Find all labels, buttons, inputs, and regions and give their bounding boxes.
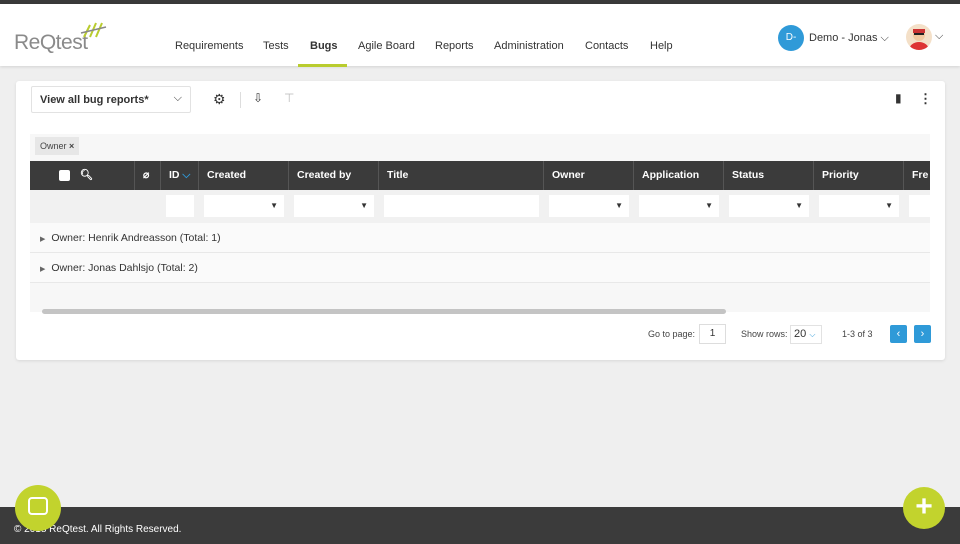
expand-arrow-icon[interactable]: ▶ [40, 236, 45, 243]
chat-icon [28, 497, 48, 515]
account-name: Demo - Jonas [809, 32, 878, 44]
nav-tests[interactable]: Tests [263, 40, 289, 52]
filter-priority[interactable]: ▼ [819, 195, 899, 217]
group-row[interactable]: ▶ Owner: Jonas Dahlsjo (Total: 2) [30, 253, 930, 283]
logo-icon [80, 22, 107, 38]
table-header: 🔍︎ ⌀ ID ⌵ Created Created by Title Owner… [30, 161, 930, 190]
nav-reports[interactable]: Reports [435, 40, 474, 52]
group-row[interactable]: ▶ Owner: Henrik Andreasson (Total: 1) [30, 223, 930, 253]
view-select[interactable]: View all bug reports* ⌵ [31, 86, 191, 113]
rows-select[interactable]: 20 ⌵ [790, 325, 822, 344]
filter-row: ▼ ▼ ▼ ▼ ▼ ▼ [30, 190, 930, 223]
column-id[interactable]: ID ⌵ [161, 161, 199, 190]
column-application[interactable]: Application [634, 161, 724, 190]
column-status[interactable]: Status [724, 161, 814, 190]
column-title[interactable]: Title [379, 161, 544, 190]
avatar[interactable] [906, 24, 932, 50]
bug-table: Owner × 🔍︎ ⌀ ID ⌵ Created Created by Tit… [30, 134, 930, 312]
filter-frequency[interactable] [909, 195, 930, 217]
group-chip-owner[interactable]: Owner × [35, 137, 80, 155]
account-badge[interactable]: D- [778, 25, 804, 51]
chevron-down-icon: ⌵ [880, 32, 889, 44]
group-label: Owner: Jonas Dahlsjo (Total: 2) [51, 262, 198, 274]
chat-button[interactable] [15, 485, 61, 531]
gear-icon[interactable]: ⚙ [213, 91, 226, 108]
go-to-page-label: Go to page: [648, 329, 696, 339]
more-options-icon[interactable]: ⋮ [919, 91, 932, 107]
add-button[interactable]: + [903, 487, 945, 529]
sort-desc-icon: ⌵ [182, 169, 191, 181]
logo[interactable]: ReQtest [14, 22, 107, 55]
column-created-by[interactable]: Created by [289, 161, 379, 190]
nav-agile-board[interactable]: Agile Board [358, 40, 415, 52]
horizontal-scrollbar[interactable] [42, 309, 726, 314]
column-created[interactable]: Created [199, 161, 289, 190]
rows-value: 20 [794, 328, 807, 340]
account-menu[interactable]: Demo - Jonas ⌵ [809, 32, 889, 45]
plus-icon: + [915, 490, 933, 523]
expand-arrow-icon[interactable]: ▶ [40, 266, 45, 273]
nav-bugs[interactable]: Bugs [310, 40, 338, 52]
filter-created-by[interactable]: ▼ [294, 195, 374, 217]
view-select-value: View all bug reports* [40, 94, 149, 106]
filter-title[interactable] [384, 195, 539, 217]
download-icon[interactable]: ⇩ [253, 91, 263, 105]
nav-contacts[interactable]: Contacts [585, 40, 628, 52]
filter-created[interactable]: ▼ [204, 195, 284, 217]
page-input[interactable]: 1 [699, 324, 726, 344]
nav-requirements[interactable]: Requirements [175, 40, 243, 52]
column-frequency[interactable]: Fre [904, 161, 930, 190]
attachment-icon: ⌀ [135, 161, 161, 190]
divider [240, 92, 241, 108]
filter-application[interactable]: ▼ [639, 195, 719, 217]
bug-list-card: View all bug reports* ⌵ ⚙ ⇩ ⊤ ▮ ⋮ Owner ×… [16, 81, 945, 360]
nav-administration[interactable]: Administration [494, 40, 564, 52]
chevron-down-icon: ⌵ [173, 92, 182, 104]
header: ReQtest Requirements Tests Bugs Agile Bo… [0, 4, 960, 67]
select-column: 🔍︎ [30, 161, 135, 190]
active-tab-indicator [298, 64, 347, 67]
column-priority[interactable]: Priority [814, 161, 904, 190]
select-all-checkbox[interactable] [59, 170, 70, 181]
filter-id[interactable] [166, 195, 194, 217]
chip-label: Owner [40, 141, 67, 151]
page-range: 1-3 of 3 [842, 329, 873, 339]
close-icon[interactable]: × [69, 141, 74, 151]
clear-filter-icon[interactable]: ⊤ [284, 91, 294, 105]
export-file-icon[interactable]: ▮ [895, 91, 902, 105]
group-label: Owner: Henrik Andreasson (Total: 1) [51, 232, 221, 244]
chevron-down-icon: ⌵ [809, 330, 816, 339]
show-rows-label: Show rows: [741, 329, 788, 339]
user-menu-chevron-icon[interactable]: ⌵ [935, 30, 943, 43]
next-page-button[interactable]: › [914, 325, 931, 343]
nav-help[interactable]: Help [650, 40, 673, 52]
prev-page-button[interactable]: ‹ [890, 325, 907, 343]
footer: © 2018 ReQtest. All Rights Reserved. [0, 507, 960, 544]
preview-icon[interactable]: 🔍︎ [80, 169, 93, 181]
column-owner[interactable]: Owner [544, 161, 634, 190]
logo-text: ReQtest [14, 31, 88, 54]
filter-status[interactable]: ▼ [729, 195, 809, 217]
filter-owner[interactable]: ▼ [549, 195, 629, 217]
